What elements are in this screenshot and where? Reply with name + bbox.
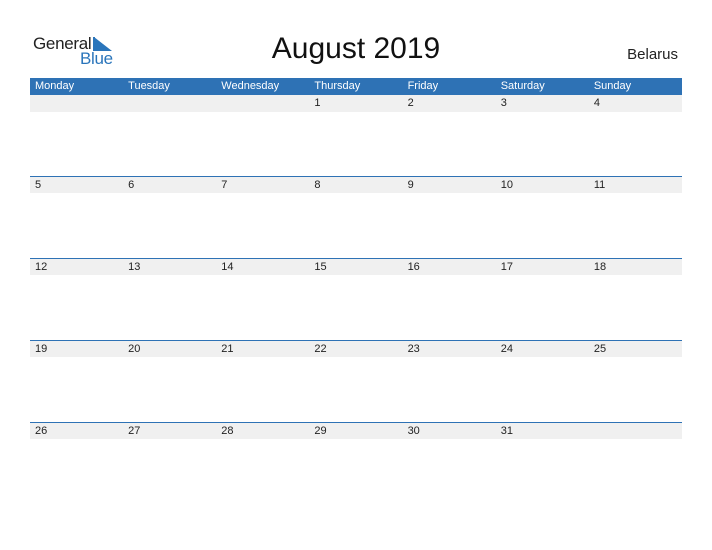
calendar-title: August 2019 <box>271 32 441 65</box>
week-row: 1 2 3 4 <box>30 95 682 176</box>
day-cell: 9 <box>407 179 414 191</box>
weekday-monday: Monday <box>35 80 75 92</box>
day-cell <box>30 95 123 112</box>
country-label: Belarus <box>627 46 678 63</box>
date-band: 19 20 21 22 23 24 25 <box>30 341 682 357</box>
day-cell: 28 <box>221 425 234 437</box>
day-cell: 13 <box>128 261 141 273</box>
day-cell: 8 <box>314 179 321 191</box>
day-cell: 4 <box>593 97 600 109</box>
day-cell: 20 <box>128 343 141 355</box>
day-cell: 2 <box>407 97 414 109</box>
day-cell <box>123 95 216 112</box>
day-cell: 14 <box>221 261 234 273</box>
week-row: 26 27 28 29 30 31 <box>30 422 682 504</box>
day-cell: 11 <box>593 179 606 191</box>
day-cell: 27 <box>128 425 141 437</box>
weekday-thursday: Thursday <box>314 80 361 92</box>
weekday-wednesday: Wednesday <box>221 80 280 92</box>
day-cell: 25 <box>593 343 607 355</box>
day-cell: 24 <box>500 343 513 355</box>
weekday-saturday: Saturday <box>500 80 545 92</box>
weekday-sunday: Sunday <box>593 80 632 92</box>
day-cell: 30 <box>407 425 420 437</box>
week-row: 12 13 14 15 16 17 18 <box>30 258 682 340</box>
date-band: 26 27 28 29 30 31 <box>30 423 682 439</box>
date-band: 12 13 14 15 16 17 18 <box>30 259 682 275</box>
day-cell: 5 <box>35 179 42 191</box>
day-cell: 3 <box>500 97 507 109</box>
day-cell <box>589 423 682 439</box>
day-cell: 17 <box>500 261 513 273</box>
day-cell: 18 <box>593 261 607 273</box>
week-row: 19 20 21 22 23 24 25 <box>30 340 682 422</box>
day-cell: 22 <box>314 343 327 355</box>
day-cell: 23 <box>407 343 420 355</box>
day-cell: 15 <box>314 261 327 273</box>
day-cell: 21 <box>221 343 234 355</box>
day-cell: 16 <box>407 261 420 273</box>
date-band: 5 6 7 8 9 10 11 <box>30 177 682 193</box>
day-cell: 12 <box>35 261 48 273</box>
day-cell: 10 <box>500 179 513 191</box>
weekday-tuesday: Tuesday <box>128 80 170 92</box>
day-cell: 7 <box>221 179 228 191</box>
day-cell: 1 <box>314 97 321 109</box>
day-cell: 6 <box>128 179 135 191</box>
weekday-friday: Friday <box>407 80 439 92</box>
calendar-grid: Monday Tuesday Wednesday Thursday Friday… <box>30 78 682 504</box>
day-cell <box>216 95 309 112</box>
day-cell: 26 <box>35 425 48 437</box>
day-cell: 19 <box>35 343 48 355</box>
week-row: 5 6 7 8 9 10 11 <box>30 176 682 258</box>
day-cell: 31 <box>500 425 513 437</box>
day-cell: 29 <box>314 425 327 437</box>
date-band: 1 2 3 4 <box>30 95 682 112</box>
weekday-header: Monday Tuesday Wednesday Thursday Friday… <box>30 78 682 95</box>
